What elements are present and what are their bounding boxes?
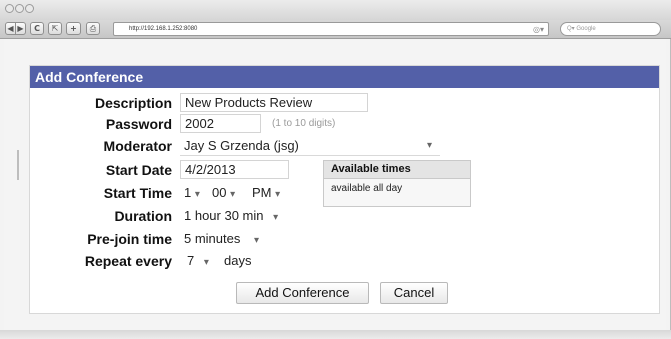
repeat-value: 7 xyxy=(187,253,195,268)
prejoin-select[interactable]: 5 minutes ▾ xyxy=(184,229,259,248)
zoom-window-icon[interactable] xyxy=(25,4,34,13)
prejoin-value: 5 minutes xyxy=(184,231,241,246)
available-times-box: Available times available all day xyxy=(323,160,471,207)
search-input[interactable]: Q▾ Google xyxy=(560,22,661,36)
start-minute-value: 00 xyxy=(212,185,227,200)
password-field[interactable]: 2002 xyxy=(180,114,261,133)
add-conference-button[interactable]: Add Conference xyxy=(236,282,369,304)
start-minute-select[interactable]: 00 ▾ xyxy=(212,183,235,202)
password-label: Password xyxy=(105,116,172,132)
repeat-unit: days xyxy=(224,253,252,268)
reload-button[interactable]: C xyxy=(30,22,44,35)
start-hour-select[interactable]: 1 ▾ xyxy=(184,183,200,202)
panel-title: Add Conference xyxy=(30,66,659,88)
address-bar[interactable]: http://192.168.1.252:8080 ◎▾ xyxy=(113,22,549,36)
available-times-title: Available times xyxy=(324,161,470,179)
forward-button[interactable]: ▶ xyxy=(15,22,26,35)
close-window-icon[interactable] xyxy=(5,4,14,13)
search-placeholder: Google xyxy=(576,26,596,32)
chevron-down-icon: ▾ xyxy=(427,140,433,151)
title-bar xyxy=(0,0,671,20)
chevron-down-icon: ▾ xyxy=(275,189,281,200)
minimize-window-icon[interactable] xyxy=(15,4,24,13)
start-ampm-select[interactable]: PM ▾ xyxy=(252,183,280,202)
duration-value: 1 hour 30 min xyxy=(184,208,264,223)
start-time-label: Start Time xyxy=(103,185,172,201)
repeat-select[interactable]: 7 ▾ xyxy=(187,251,209,270)
moderator-label: Moderator xyxy=(103,138,172,154)
chevron-down-icon: ▾ xyxy=(203,257,209,268)
moderator-select[interactable]: Jay S Grzenda (jsg) ▾ xyxy=(180,136,440,156)
scroll-edge xyxy=(17,150,19,180)
description-label: Description xyxy=(94,95,172,111)
chevron-down-icon: ▾ xyxy=(230,189,236,200)
address-text: http://192.168.1.252:8080 xyxy=(129,26,198,32)
print-button[interactable]: ⎙ xyxy=(86,22,100,35)
available-times-text: available all day xyxy=(331,183,403,194)
status-bar xyxy=(0,330,671,339)
start-date-field[interactable]: 4/2/2013 xyxy=(180,160,289,179)
start-hour-value: 1 xyxy=(184,185,192,200)
chevron-down-icon: ▾ xyxy=(194,189,200,200)
search-icon: Q▾ xyxy=(567,26,575,32)
browser-toolbar: ◀ ▶ C ⇱ + ⎙ http://192.168.1.252:8080 ◎▾… xyxy=(0,20,671,39)
browser-window: ◀ ▶ C ⇱ + ⎙ http://192.168.1.252:8080 ◎▾… xyxy=(0,0,671,330)
password-hint: (1 to 10 digits) xyxy=(272,118,336,129)
chevron-down-icon: ▾ xyxy=(273,212,279,223)
duration-label: Duration xyxy=(114,208,172,224)
description-field[interactable]: New Products Review xyxy=(180,93,368,112)
chevron-down-icon: ▾ xyxy=(254,235,260,246)
start-ampm-value: PM xyxy=(252,185,272,200)
start-date-label: Start Date xyxy=(105,162,172,178)
cancel-button[interactable]: Cancel xyxy=(380,282,448,304)
add-bookmark-button[interactable]: + xyxy=(66,22,81,35)
duration-select[interactable]: 1 hour 30 min ▾ xyxy=(184,206,278,225)
prejoin-label: Pre-join time xyxy=(87,231,172,247)
add-conference-panel: Add Conference Description New Products … xyxy=(29,65,660,314)
snapback-button[interactable]: ⇱ xyxy=(48,22,62,35)
moderator-value: Jay S Grzenda (jsg) xyxy=(184,138,299,153)
rss-icon[interactable]: ◎▾ xyxy=(533,24,544,36)
repeat-label: Repeat every xyxy=(84,253,172,269)
